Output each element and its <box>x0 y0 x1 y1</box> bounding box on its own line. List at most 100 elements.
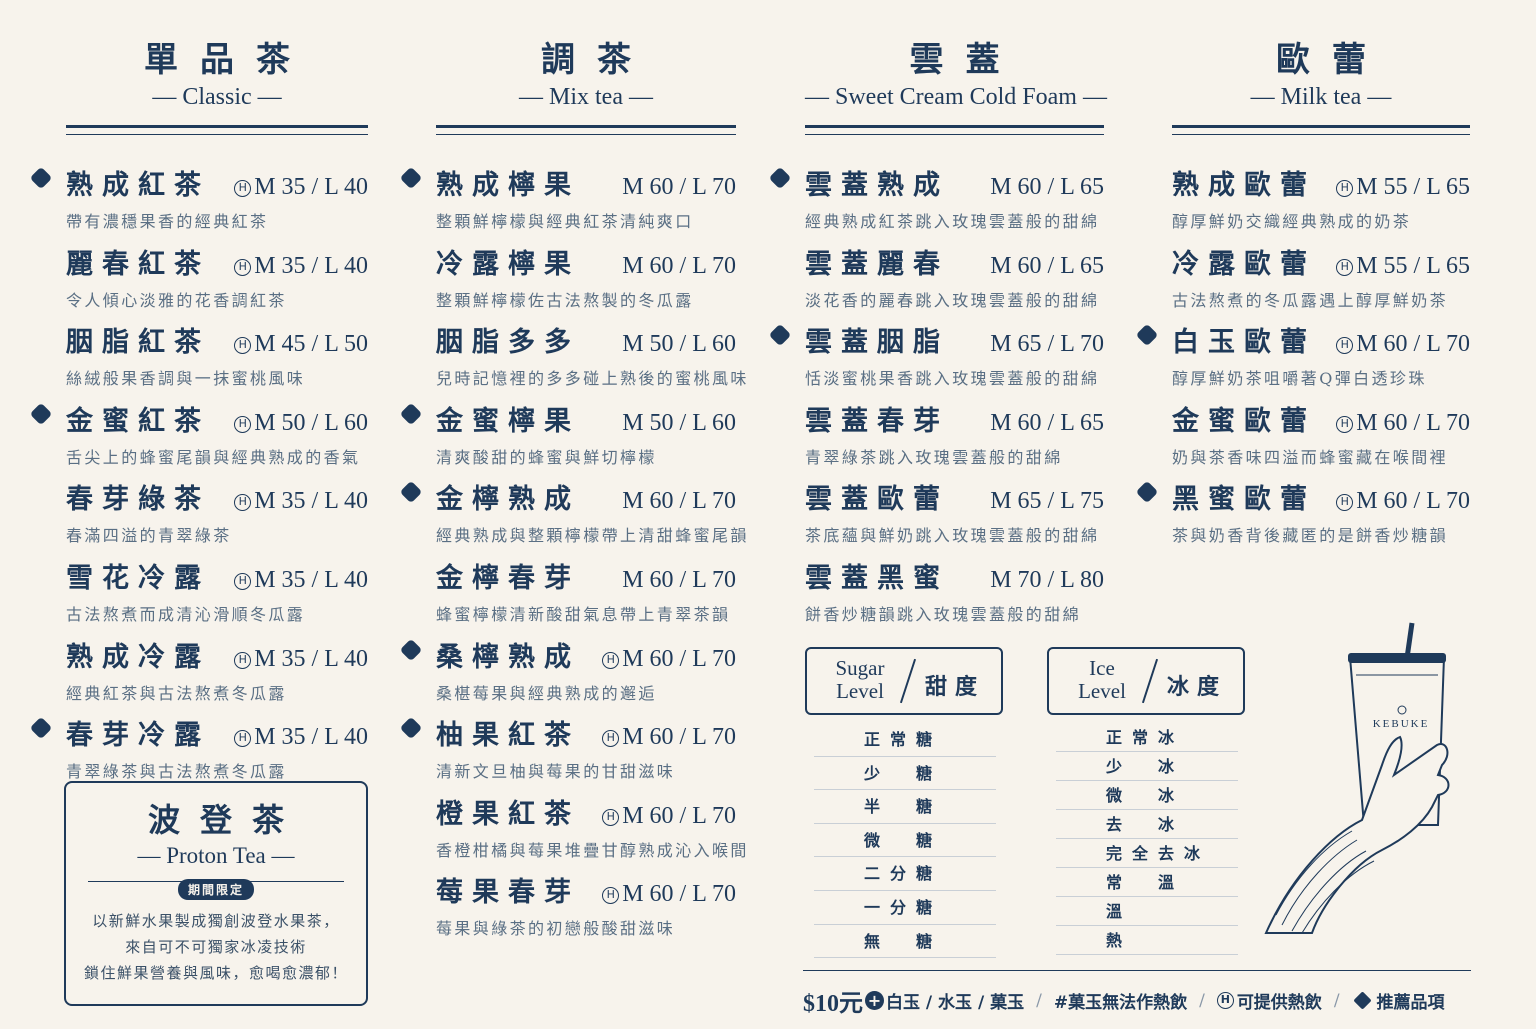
legend-footer: $10元 + 白玉 / 水玉 / 菓玉 / #菓玉無法作熱飲 / H 可提供熱飲… <box>803 970 1471 1017</box>
price-value: M 35 / L 40 <box>254 724 368 751</box>
proton-desc-line: 以新鮮水果製成獨創波登水果茶， <box>92 912 340 930</box>
plus-circle-icon: + <box>865 991 884 1010</box>
item-price: M 70 / L 80 <box>990 567 1104 594</box>
circled-h-icon: H <box>234 651 252 669</box>
menu-item: 冷露歐蕾 H M 55 / L 65 古法熬煮的冬瓜露遇上醇厚鮮奶茶 <box>1172 242 1470 321</box>
item-name: 黑蜜歐蕾 <box>1172 484 1316 516</box>
item-price: HM 60 / L 70 <box>602 724 736 751</box>
item-description: 醇厚鮮奶茶咀嚼著Q彈白透珍珠 <box>1172 369 1427 389</box>
proton-desc-line: 來自可不可獨家冰凌技術 <box>125 938 307 956</box>
proton-desc-line: 鎖住鮮果營養與風味，愈喝愈濃郁！ <box>83 964 348 982</box>
circled-h-icon: H <box>1336 258 1354 276</box>
menu-item-row: 桑檸熟成 H M 60 / L 70 <box>436 635 736 674</box>
price-value: M 60 / L 70 <box>1356 488 1470 515</box>
item-price: M 60 / L 65 <box>990 410 1104 437</box>
column-header: 調茶 — Mix tea — <box>436 40 736 135</box>
item-description: 桑椹莓果與經典熟成的邂逅 <box>436 683 657 703</box>
menu-item-row: 金蜜歐蕾 H M 60 / L 70 <box>1172 399 1470 438</box>
separator: / <box>1199 990 1205 1011</box>
price-value: M 65 / L 75 <box>990 488 1104 515</box>
menu-item: 桑檸熟成 H M 60 / L 70 桑椹莓果與經典熟成的邂逅 <box>436 635 736 714</box>
item-name: 莓果春芽 <box>436 877 580 909</box>
diamond-icon <box>402 405 420 423</box>
price-value: M 60 / L 65 <box>990 252 1104 279</box>
menu-item: 胭脂多多 M 50 / L 60 兒時記憶裡的多多碰上熟後的蜜桃風味 <box>436 320 746 399</box>
item-description: 古法熬煮的冬瓜露遇上醇厚鮮奶茶 <box>1172 290 1449 310</box>
sugar-level-header: Sugar Level 甜度 <box>805 647 1003 715</box>
sugar-option: 正常糖 <box>814 723 996 757</box>
menu-item: 春芽冷露 H M 35 / L 40 青翠綠茶與古法熬煮冬瓜露 <box>66 713 368 792</box>
price-value: M 60 / L 70 <box>622 724 736 751</box>
item-price: M 60 / L 70 <box>622 567 736 594</box>
price-value: M 50 / L 60 <box>622 409 736 436</box>
menu-item-row: 雲蓋歐蕾 M 65 / L 75 <box>805 477 1104 516</box>
item-name: 橙果紅茶 <box>436 798 580 830</box>
sugar-option: 無 糖 <box>814 925 996 959</box>
item-name: 雲蓋黑蜜 <box>805 562 949 594</box>
menu-item-row: 莓果春芽 H M 60 / L 70 <box>436 870 736 909</box>
item-price: HM 60 / L 70 <box>602 881 736 908</box>
menu-item-row: 雲蓋黑蜜 M 70 / L 80 <box>805 556 1104 595</box>
item-price: HM 35 / L 40 <box>234 567 368 594</box>
item-price: M 60 / L 65 <box>990 174 1104 201</box>
item-description: 茶與奶香背後藏匿的是餅香炒糖韻 <box>1172 526 1449 546</box>
item-name: 胭脂多多 <box>436 327 580 359</box>
topping-note: #菓玉無法作熱飲 <box>1053 993 1188 1013</box>
item-description: 帶有濃穩果香的經典紅茶 <box>66 212 269 231</box>
item-description: 蜂蜜檸檬清新酸甜氣息帶上青翠茶韻 <box>436 604 731 624</box>
item-name: 熟成檸果 <box>436 170 580 201</box>
menu-column-cold-foam: 雲蓋 — Sweet Cream Cold Foam — 雲蓋熟成 M 60 / L … <box>805 40 1107 635</box>
column-header: 歐蕾 — Milk tea — <box>1172 40 1470 135</box>
ice-en-line2: Level <box>1078 679 1126 703</box>
menu-column-classic: 單品茶 — Classic — 熟成紅茶 H M 35 / L 40 帶有濃穩果香的經典紅… <box>66 40 368 792</box>
sugar-option: 少 糖 <box>814 757 996 791</box>
column-header: 單品茶 — Classic — <box>66 40 368 135</box>
item-price: HM 35 / L 40 <box>234 724 368 751</box>
separator: / <box>1036 990 1042 1011</box>
menu-item-row: 黑蜜歐蕾 H M 60 / L 70 <box>1172 477 1470 516</box>
menu-item-row: 熟成檸果 M 60 / L 70 <box>436 163 736 202</box>
diamond-icon <box>1138 483 1156 501</box>
diamond-icon <box>402 719 420 737</box>
menu-item-row: 金蜜檸果 M 50 / L 60 <box>436 399 736 438</box>
item-name: 金蜜紅茶 <box>66 405 210 437</box>
item-price: HM 60 / L 70 <box>1336 331 1470 358</box>
diamond-icon <box>771 326 789 344</box>
menu-item: 橙果紅茶 H M 60 / L 70 香橙柑橘與莓果堆疊甘醇熟成沁入喉間 <box>436 792 746 871</box>
column-title: 單品茶 <box>144 40 312 80</box>
ice-option: 正常冰 <box>1056 723 1238 752</box>
item-name: 雲蓋麗春 <box>805 248 949 280</box>
menu-item: 莓果春芽 H M 60 / L 70 莓果與綠茶的初戀般酸甜滋味 <box>436 870 736 949</box>
item-price: HM 60 / L 70 <box>1336 410 1470 437</box>
price-value: M 35 / L 40 <box>254 174 368 200</box>
ice-option: 少 冰 <box>1056 752 1238 781</box>
menu-item-row: 春芽冷露 H M 35 / L 40 <box>66 713 368 752</box>
menu-item: 柚果紅茶 H M 60 / L 70 清新文旦柚與莓果的甘甜滋味 <box>436 713 736 792</box>
price-value: M 45 / L 50 <box>254 331 368 358</box>
menu-item-list: 熟成歐蕾 H M 55 / L 65 醇厚鮮奶交織經典熟成的奶茶 冷露歐蕾 H M 55 /… <box>1172 163 1470 556</box>
cup-brand: KEBUKE <box>1373 718 1430 730</box>
column-title: 雲蓋 <box>909 40 1022 80</box>
sugar-option: 二分糖 <box>814 857 996 891</box>
menu-item: 熟成歐蕾 H M 55 / L 65 醇厚鮮奶交織經典熟成的奶茶 <box>1172 163 1470 242</box>
diamond-icon <box>402 169 420 187</box>
item-price: HM 60 / L 70 <box>602 646 736 673</box>
circled-h-icon: H <box>1336 415 1354 433</box>
menu-item-row: 冷露歐蕾 H M 55 / L 65 <box>1172 242 1470 281</box>
price-value: M 60 / L 70 <box>622 252 736 279</box>
item-price: HM 60 / L 70 <box>602 803 736 830</box>
item-price: HM 35 / L 40 <box>234 253 368 280</box>
item-price: HM 45 / L 50 <box>234 331 368 358</box>
price-value: M 35 / L 40 <box>254 252 368 279</box>
menu-item: 雲蓋歐蕾 M 65 / L 75 茶底蘊與鮮奶跳入玫瑰雲蓋般的甜綿 <box>805 477 1104 556</box>
item-name: 金檸熟成 <box>436 484 580 516</box>
item-description: 恬淡蜜桃果香跳入玫瑰雲蓋般的甜綿 <box>805 369 1100 389</box>
circled-h-icon: H <box>1336 337 1354 355</box>
menu-item-row: 熟成歐蕾 H M 55 / L 65 <box>1172 163 1470 202</box>
price-value: M 35 / L 40 <box>254 645 368 672</box>
price-value: M 60 / L 65 <box>990 174 1104 200</box>
item-price: HM 35 / L 40 <box>234 646 368 673</box>
item-description: 舌尖上的蜂蜜尾韻與經典熟成的香氣 <box>66 447 361 467</box>
item-name: 熟成紅茶 <box>66 170 210 201</box>
menu-item: 金蜜紅茶 H M 50 / L 60 舌尖上的蜂蜜尾韻與經典熟成的香氣 <box>66 399 368 478</box>
